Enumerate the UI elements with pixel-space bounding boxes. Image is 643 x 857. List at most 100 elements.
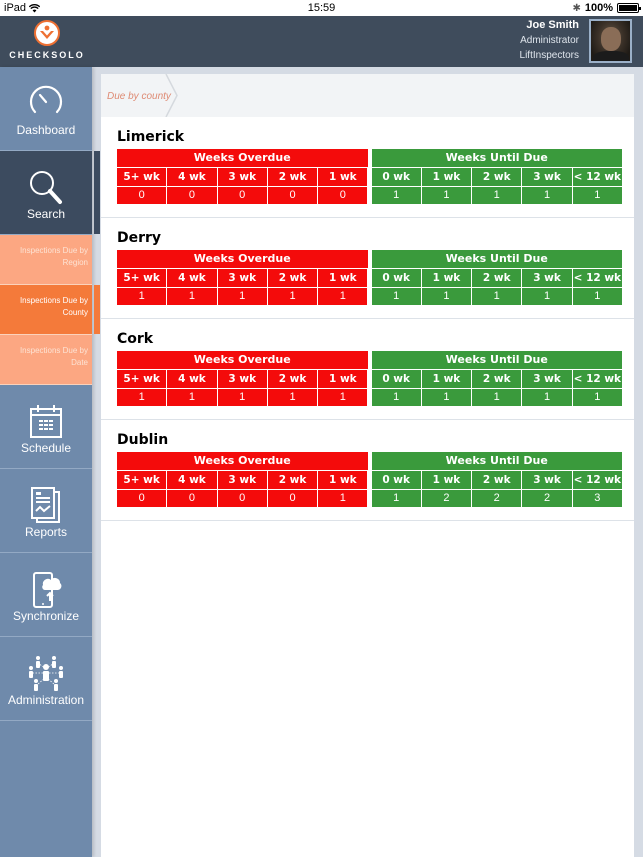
sidebar-item-label: Synchronize	[12, 609, 80, 623]
sidebar-item-reports[interactable]: Reports	[0, 469, 92, 553]
overdue-count-cell[interactable]: 1	[267, 389, 318, 406]
until-due-count-cell[interactable]: 1	[522, 187, 572, 204]
weeks-until-due-table: Weeks Until Due 0 wk 1 wk 2 wk 3 wk < 12 wk …	[371, 351, 623, 407]
column-header-row: 0 wk 1 wk 2 wk 3 wk < 12 wk	[371, 168, 623, 186]
avatar[interactable]	[589, 19, 632, 63]
county-name: Cork	[117, 331, 154, 347]
weeks-overdue-table: Weeks Overdue 5+ wk 4 wk 3 wk 2 wk 1 wk 0000…	[117, 452, 368, 508]
logo[interactable]: CHECKSOLO	[6, 20, 88, 64]
overdue-count-cell[interactable]: 1	[318, 288, 368, 305]
sidebar-item-search[interactable]: Search	[0, 151, 92, 235]
overdue-count-cell[interactable]: 0	[117, 187, 167, 204]
until-due-count-cell[interactable]: 2	[421, 490, 472, 507]
until-due-count-cell[interactable]: 1	[371, 187, 421, 204]
until-due-count-cell[interactable]: 1	[572, 187, 622, 204]
app-header: CHECKSOLO Joe Smith Administrator LiftIn…	[0, 16, 643, 67]
until-due-column-header: < 12 wk	[572, 168, 622, 186]
speedometer-icon	[29, 85, 63, 114]
overdue-column-header: 4 wk	[167, 370, 217, 388]
overdue-count-cell[interactable]: 1	[117, 288, 167, 305]
until-due-count-cell[interactable]: 1	[522, 288, 572, 305]
overdue-column-header: 4 wk	[167, 269, 217, 287]
overdue-count-cell[interactable]: 0	[318, 187, 368, 204]
subnav-inspections-due-by-region[interactable]: Inspections Due by Region	[0, 235, 92, 285]
overdue-column-header: 3 wk	[217, 168, 267, 186]
user-info: Joe Smith Administrator LiftInspectors	[520, 18, 579, 63]
until-due-count-cell[interactable]: 1	[522, 389, 572, 406]
user-organization: LiftInspectors	[519, 50, 579, 61]
overdue-count-cell[interactable]: 1	[217, 288, 267, 305]
overdue-count-cell[interactable]: 1	[318, 490, 368, 507]
overdue-count-cell[interactable]: 0	[267, 187, 318, 204]
until-due-column-header: 3 wk	[522, 168, 572, 186]
overdue-column-header: 5+ wk	[117, 370, 167, 388]
column-header-row: 5+ wk 4 wk 3 wk 2 wk 1 wk	[117, 471, 368, 489]
sidebar-item-label: Search	[26, 207, 66, 221]
weeks-overdue-header: Weeks Overdue	[117, 452, 368, 470]
weeks-until-due-table: Weeks Until Due 0 wk 1 wk 2 wk 3 wk < 12 wk …	[371, 149, 623, 205]
until-due-count-cell[interactable]: 1	[572, 389, 622, 406]
until-due-column-header: 2 wk	[472, 370, 522, 388]
sidebar-item-administration[interactable]: Administration	[0, 637, 92, 721]
calendar-icon	[30, 405, 62, 438]
active-section-indicator	[94, 151, 100, 234]
sidebar-item-label: Schedule	[20, 441, 72, 455]
county-name: Dublin	[117, 432, 169, 448]
until-due-count-cell[interactable]: 1	[421, 389, 472, 406]
until-due-count-cell[interactable]: 2	[472, 490, 522, 507]
until-due-count-cell[interactable]: 1	[572, 288, 622, 305]
overdue-count-cell[interactable]: 0	[117, 490, 167, 507]
overdue-count-cell[interactable]: 0	[217, 490, 267, 507]
subnav-inspections-due-by-county[interactable]: Inspections Due by County	[0, 285, 92, 335]
sidebar-item-schedule[interactable]: Schedule	[0, 385, 92, 469]
overdue-count-cell[interactable]: 0	[167, 187, 217, 204]
until-due-column-header: < 12 wk	[572, 370, 622, 388]
until-due-column-header: 3 wk	[522, 370, 572, 388]
until-due-column-header: 1 wk	[421, 269, 472, 287]
sidebar-nav: Dashboard Search Inspections Due by Regi…	[0, 67, 92, 857]
until-due-count-cell[interactable]: 2	[522, 490, 572, 507]
until-due-count-cell[interactable]: 1	[472, 288, 522, 305]
until-due-column-header: 0 wk	[371, 269, 421, 287]
overdue-column-header: 4 wk	[167, 168, 217, 186]
overdue-count-cell[interactable]: 1	[167, 389, 217, 406]
county-name: Derry	[117, 230, 162, 246]
weeks-overdue-header: Weeks Overdue	[117, 351, 368, 369]
sidebar-item-dashboard[interactable]: Dashboard	[0, 67, 92, 151]
until-due-count-cell[interactable]: 1	[421, 288, 472, 305]
overdue-count-cell[interactable]: 1	[217, 389, 267, 406]
weeks-overdue-header: Weeks Overdue	[117, 250, 368, 268]
overdue-count-cell[interactable]: 0	[217, 187, 267, 204]
weeks-until-due-header: Weeks Until Due	[371, 250, 622, 268]
brand-name: CHECKSOLO	[9, 50, 85, 60]
until-due-count-cell[interactable]: 1	[371, 389, 421, 406]
overdue-count-cell[interactable]: 1	[117, 389, 167, 406]
until-due-count-cell[interactable]: 1	[472, 187, 522, 204]
until-due-column-header: < 12 wk	[572, 269, 622, 287]
user-name: Joe Smith	[526, 19, 579, 31]
reports-icon	[31, 487, 60, 523]
clock: 15:59	[307, 2, 336, 14]
sidebar-item-synchronize[interactable]: Synchronize	[0, 553, 92, 637]
battery-icon	[617, 3, 641, 13]
overdue-count-cell[interactable]: 1	[318, 389, 368, 406]
sidebar-item-label: Reports	[24, 525, 68, 539]
value-row: 11111	[117, 288, 368, 305]
overdue-count-cell[interactable]: 1	[267, 288, 318, 305]
until-due-count-cell[interactable]: 1	[421, 187, 472, 204]
until-due-count-cell[interactable]: 1	[371, 490, 421, 507]
until-due-count-cell[interactable]: 3	[572, 490, 622, 507]
breadcrumb-separator-icon	[165, 74, 178, 117]
column-header-row: 0 wk 1 wk 2 wk 3 wk < 12 wk	[371, 370, 623, 388]
overdue-count-cell[interactable]: 1	[167, 288, 217, 305]
value-row: 11111	[117, 389, 368, 406]
weeks-until-due-header: Weeks Until Due	[371, 351, 622, 369]
until-due-count-cell[interactable]: 1	[371, 288, 421, 305]
until-due-count-cell[interactable]: 1	[472, 389, 522, 406]
until-due-column-header: 2 wk	[472, 471, 522, 489]
value-row: 11111	[371, 389, 623, 406]
subnav-inspections-due-by-date[interactable]: Inspections Due by Date	[0, 335, 92, 385]
overdue-count-cell[interactable]: 0	[167, 490, 217, 507]
overdue-count-cell[interactable]: 0	[267, 490, 318, 507]
overdue-column-header: 5+ wk	[117, 269, 167, 287]
